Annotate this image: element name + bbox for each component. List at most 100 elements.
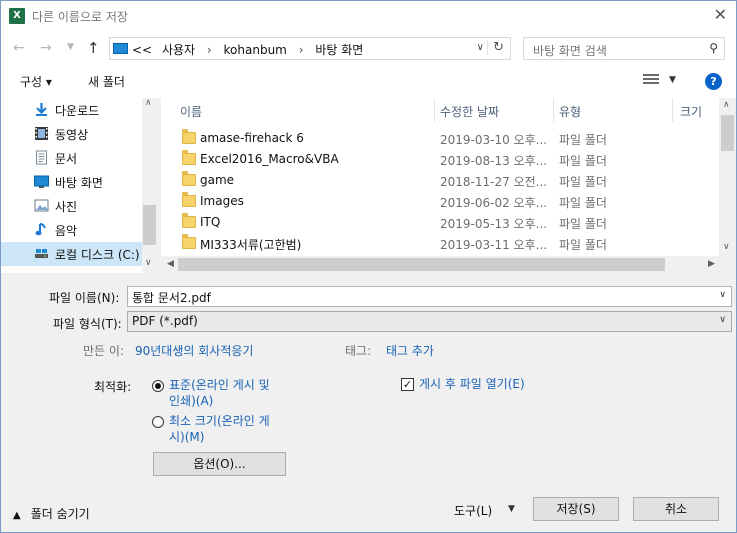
open-after-publish-checkbox[interactable]: ✓ bbox=[401, 378, 414, 391]
forward-arrow-icon[interactable]: → bbox=[40, 40, 52, 56]
filename-label: 파일 이름(N): bbox=[49, 291, 120, 305]
file-row[interactable]: Excel2016_Macro&VBA 2019-08-13 오후... 파일 … bbox=[161, 149, 719, 170]
sidebar-item-downloads[interactable]: 다운로드 bbox=[1, 98, 142, 122]
chevron-down-icon[interactable]: ∨ bbox=[723, 242, 730, 252]
folder-icon bbox=[182, 192, 196, 207]
chevron-down-icon[interactable]: ▼ bbox=[669, 75, 676, 85]
optimize-minimum-label[interactable]: 최소 크기(온라인 게 시)(M) bbox=[169, 413, 289, 445]
video-icon bbox=[35, 127, 48, 140]
tags-input[interactable]: 태그 추가 bbox=[386, 342, 434, 359]
filename-value: 통합 문서2.pdf bbox=[132, 291, 211, 305]
disk-icon bbox=[35, 249, 48, 258]
sidebar-item-pictures[interactable]: 사진 bbox=[1, 194, 142, 218]
sidebar-item-local-disk[interactable]: 로컬 디스크 (C:) bbox=[1, 242, 142, 266]
sidebar-item-desktop[interactable]: 바탕 화면 bbox=[1, 170, 142, 194]
file-row[interactable]: amase-firehack 6 2019-03-10 오후... 파일 폴더 bbox=[161, 128, 719, 149]
sidebar-item-label: 로컬 디스크 (C:) bbox=[55, 248, 140, 262]
file-row[interactable]: game 2018-11-27 오전... 파일 폴더 bbox=[161, 170, 719, 191]
desktop-icon bbox=[34, 175, 49, 188]
chevron-up-icon[interactable]: ∧ bbox=[723, 100, 730, 110]
folder-icon bbox=[182, 234, 196, 249]
column-header-name[interactable]: 이름 bbox=[180, 103, 202, 120]
column-header-size[interactable]: 크기 bbox=[680, 103, 702, 120]
tools-button[interactable]: 도구(L) bbox=[454, 502, 492, 519]
file-type: 파일 폴더 bbox=[559, 133, 607, 147]
sidebar-item-label: 동영상 bbox=[55, 128, 89, 142]
optimize-label: 최적화: bbox=[94, 380, 132, 394]
organize-button[interactable]: 구성 ▾ bbox=[20, 73, 52, 90]
chevron-right-icon[interactable]: › bbox=[207, 43, 212, 57]
file-date: 2018-11-27 오전... bbox=[440, 175, 548, 189]
sidebar-item-label: 사진 bbox=[55, 200, 78, 214]
file-list-vertical-scrollbar[interactable]: ∧ ∨ bbox=[719, 98, 736, 273]
file-list-horizontal-scrollbar[interactable]: ◀ ▶ bbox=[161, 256, 719, 273]
search-icon[interactable]: ⚲ bbox=[709, 41, 718, 55]
chevron-left-icon[interactable]: ◀ bbox=[167, 259, 174, 269]
back-arrow-icon[interactable]: ← bbox=[13, 40, 25, 56]
cancel-button[interactable]: 취소 bbox=[633, 497, 719, 521]
music-icon bbox=[35, 223, 46, 236]
sidebar-item-label: 음악 bbox=[55, 224, 78, 238]
author-label: 만든 이: bbox=[83, 344, 124, 358]
hide-folders-toggle[interactable]: ▲ 폴더 숨기기 bbox=[13, 505, 90, 522]
author-value[interactable]: 90년대생의 회사적응기 bbox=[135, 342, 253, 359]
navigation-scrollbar[interactable]: ∧ ∨ bbox=[142, 98, 157, 273]
column-header-date[interactable]: 수정한 날짜 bbox=[440, 103, 499, 120]
chevron-up-icon[interactable]: ∧ bbox=[145, 98, 152, 108]
file-row[interactable]: MI333서류(고한범) 2019-03-11 오후... 파일 폴더 bbox=[161, 233, 719, 254]
view-options-icon[interactable] bbox=[643, 74, 659, 86]
chevron-down-icon[interactable]: ∨ bbox=[145, 258, 152, 268]
breadcrumb-item-desktop[interactable]: 바탕 화면 bbox=[315, 43, 363, 57]
column-divider[interactable] bbox=[553, 98, 554, 122]
recent-locations-icon[interactable]: ▼ bbox=[67, 42, 74, 52]
refresh-icon[interactable]: ↻ bbox=[487, 40, 504, 55]
file-list: ⌃ 이름 수정한 날짜 유형 크기 amase-firehack 6 2019-… bbox=[161, 98, 736, 273]
breadcrumb-item-users[interactable]: 사용자 bbox=[162, 43, 195, 57]
save-as-dialog: X 다른 이름으로 저장 ✕ ← → ▼ ↑ << 사용자 › kohanbum… bbox=[0, 0, 737, 533]
search-placeholder: 바탕 화면 검색 bbox=[533, 44, 607, 58]
file-type: 파일 폴더 bbox=[559, 196, 607, 210]
sidebar-item-music[interactable]: 음악 bbox=[1, 218, 142, 242]
filename-field[interactable]: 통합 문서2.pdf ∨ bbox=[127, 286, 732, 307]
save-button[interactable]: 저장(S) bbox=[533, 497, 619, 521]
file-row[interactable]: ITQ 2019-05-13 오후... 파일 폴더 bbox=[161, 212, 719, 233]
breadcrumb-item-user[interactable]: kohanbum bbox=[224, 43, 287, 57]
sidebar-item-documents[interactable]: 문서 bbox=[1, 146, 142, 170]
optimize-standard-radio[interactable] bbox=[152, 380, 164, 392]
chevron-down-icon[interactable]: ▼ bbox=[508, 504, 515, 514]
file-name: Images bbox=[200, 194, 244, 208]
sidebar-item-videos[interactable]: 동영상 bbox=[1, 122, 142, 146]
sidebar-item-label: 문서 bbox=[55, 152, 78, 166]
scrollbar-thumb[interactable] bbox=[178, 258, 665, 271]
close-icon[interactable]: ✕ bbox=[714, 5, 727, 24]
optimize-standard-label[interactable]: 표준(온라인 게시 및 인쇄)(A) bbox=[169, 377, 289, 409]
optimize-minimum-radio[interactable] bbox=[152, 416, 164, 428]
folder-icon bbox=[182, 213, 196, 228]
scrollbar-thumb[interactable] bbox=[721, 115, 734, 151]
open-after-publish-label[interactable]: 게시 후 파일 열기(E) bbox=[419, 376, 525, 392]
column-divider[interactable] bbox=[672, 98, 673, 122]
chevron-down-icon[interactable]: ∨ bbox=[719, 315, 726, 325]
column-divider[interactable] bbox=[434, 98, 435, 122]
help-icon[interactable]: ? bbox=[705, 73, 722, 90]
new-folder-button[interactable]: 새 폴더 bbox=[88, 73, 125, 90]
options-button[interactable]: 옵션(O)... bbox=[153, 452, 286, 476]
up-arrow-icon[interactable]: ↑ bbox=[87, 39, 100, 57]
address-bar[interactable]: << 사용자 › kohanbum › 바탕 화면 ∨ ↻ bbox=[109, 37, 511, 60]
chevron-down-icon[interactable]: ∨ bbox=[719, 290, 726, 300]
search-input[interactable]: 바탕 화면 검색 ⚲ bbox=[523, 37, 725, 60]
chevron-down-icon[interactable]: ∨ bbox=[477, 42, 484, 53]
chevron-right-icon[interactable]: › bbox=[299, 43, 304, 57]
filetype-select[interactable]: PDF (*.pdf) ∨ bbox=[127, 311, 732, 332]
file-name: MI333서류(고한범) bbox=[200, 238, 302, 252]
chevron-right-icon[interactable]: ▶ bbox=[708, 259, 715, 269]
title-bar: X 다른 이름으로 저장 ✕ bbox=[1, 1, 736, 32]
breadcrumb-overflow[interactable]: << bbox=[132, 43, 152, 57]
column-header-type[interactable]: 유형 bbox=[559, 103, 581, 120]
tags-label: 태그: bbox=[345, 344, 372, 358]
scrollbar-thumb[interactable] bbox=[143, 205, 156, 245]
file-row[interactable]: Images 2019-06-02 오후... 파일 폴더 bbox=[161, 191, 719, 212]
file-type: 파일 폴더 bbox=[559, 175, 607, 189]
breadcrumb: << 사용자 › kohanbum › 바탕 화면 bbox=[132, 41, 363, 58]
window-title: 다른 이름으로 저장 bbox=[32, 10, 128, 24]
